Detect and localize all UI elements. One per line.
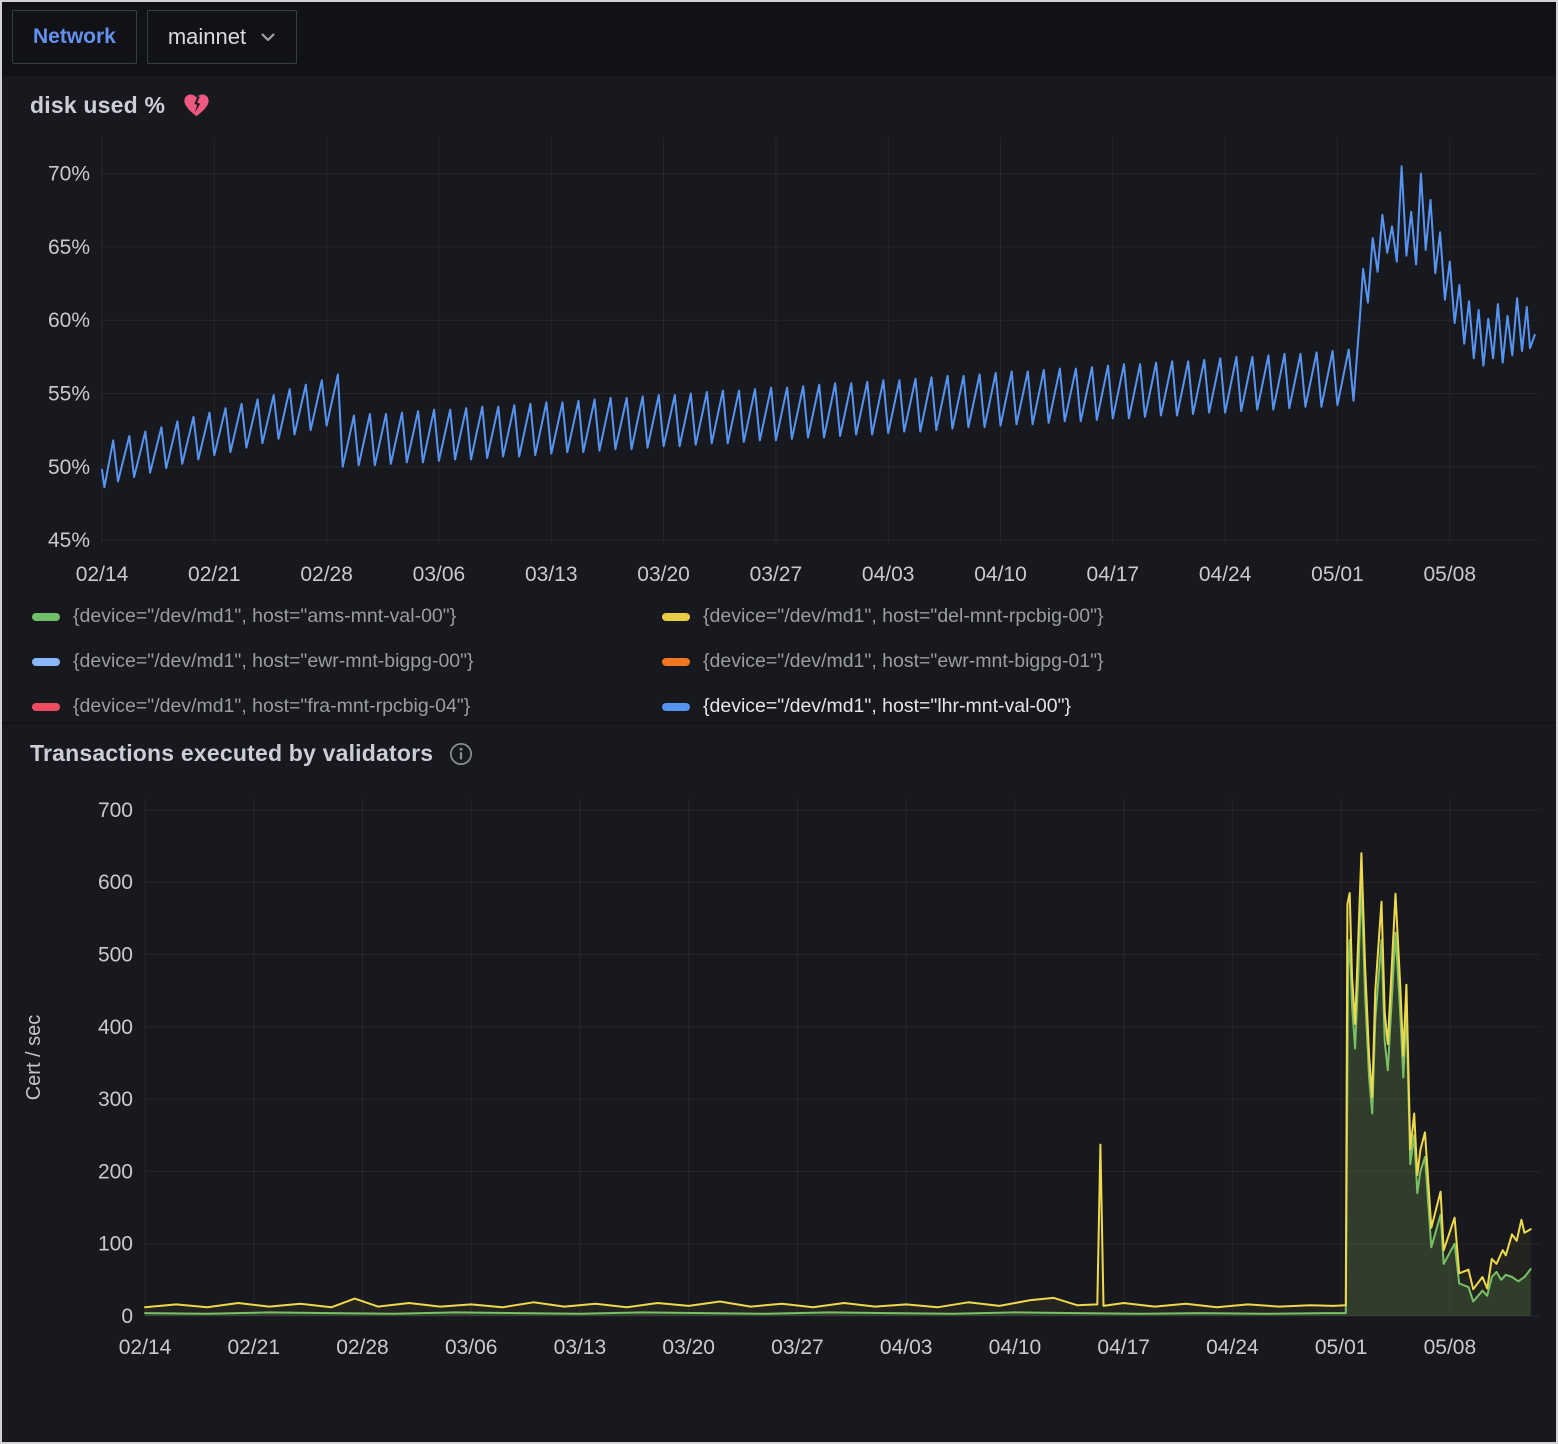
- x-tick-label: 05/01: [1311, 563, 1364, 586]
- x-tick-label: 02/14: [119, 1336, 172, 1359]
- y-tick-label: 500: [98, 943, 133, 966]
- panel-transactions: Transactions executed by validators 02/1…: [2, 724, 1556, 1442]
- dashboard-toolbar: Network mainnet: [2, 2, 1556, 72]
- legend-swatch-icon: [662, 658, 690, 666]
- x-tick-label: 04/10: [974, 563, 1027, 586]
- x-tick-label: 04/17: [1087, 563, 1140, 586]
- x-tick-label: 02/28: [336, 1336, 389, 1359]
- y-tick-label: 65%: [48, 236, 90, 259]
- dashboard-page: Network mainnet disk used % 02/1402/2102…: [0, 0, 1558, 1444]
- panel-disk-used: disk used % 02/14 02/21 02/28 03/06 03/13 03/…: [2, 76, 1556, 722]
- y-tick-label: 45%: [48, 529, 90, 552]
- x-tick-label: 05/01: [1315, 1336, 1368, 1359]
- x-tick-label: 04/10: [989, 1336, 1042, 1359]
- x-tick-label: 03/13: [554, 1336, 607, 1359]
- legend-swatch-icon: [662, 613, 690, 621]
- x-tick-label: 02/14: [76, 563, 129, 586]
- x-tick-label: 03/20: [662, 1336, 715, 1359]
- panel-transactions-title: Transactions executed by validators: [30, 740, 433, 767]
- x-tick-label: 03/06: [413, 563, 466, 586]
- x-tick-label: 04/03: [862, 563, 915, 586]
- panel-transactions-header: Transactions executed by validators: [2, 724, 1556, 771]
- y-tick-label: 55%: [48, 382, 90, 405]
- series-validators-green[interactable]: [145, 882, 1531, 1314]
- x-tick-label: 04/24: [1206, 1336, 1259, 1359]
- y-tick-label: 700: [98, 799, 133, 822]
- x-tick-label: 04/17: [1097, 1336, 1150, 1359]
- y-tick-label: 200: [98, 1160, 133, 1183]
- disk-used-chart: 02/14 02/21 02/28 03/06 03/13 03/20 03/27 04/03…: [10, 123, 1556, 601]
- legend-swatch-icon: [32, 703, 60, 711]
- y-axis-label: Cert / sec: [23, 1015, 45, 1101]
- x-tick-label: 02/21: [227, 1336, 280, 1359]
- x-tick-label: 03/27: [750, 563, 803, 586]
- y-tick-label: 50%: [48, 456, 90, 479]
- panel-disk-used-header: disk used %: [2, 76, 1556, 123]
- legend-swatch-icon: [32, 658, 60, 666]
- legend-item[interactable]: {device="/dev/md1", host="ams-mnt-val-00…: [32, 605, 644, 628]
- x-tick-label: 03/27: [771, 1336, 824, 1359]
- y-tick-label: 70%: [48, 163, 90, 186]
- network-variable-dropdown[interactable]: mainnet: [147, 10, 297, 64]
- panel-disk-used-title: disk used %: [30, 92, 165, 119]
- x-tick-label: 03/20: [637, 563, 690, 586]
- legend-label: {device="/dev/md1", host="del-mnt-rpcbig…: [703, 605, 1104, 628]
- x-tick-label: 04/24: [1199, 563, 1252, 586]
- legend-item[interactable]: {device="/dev/md1", host="fra-mnt-rpcbig…: [32, 695, 644, 718]
- legend-swatch-icon: [662, 703, 690, 711]
- heart-break-icon: [183, 93, 210, 118]
- legend: {device="/dev/md1", host="ams-mnt-val-00…: [32, 605, 1556, 718]
- series-fill-validators-yellow: [145, 853, 1531, 1316]
- y-tick-label: 400: [98, 1016, 133, 1039]
- series-lhr-mnt-val-00[interactable]: [102, 166, 1535, 487]
- network-label-text: Network: [33, 25, 116, 49]
- x-tick-label: 05/08: [1423, 563, 1476, 586]
- x-tick-label: 03/06: [445, 1336, 498, 1359]
- y-tick-label: 60%: [48, 309, 90, 332]
- x-tick-label: 05/08: [1424, 1336, 1477, 1359]
- x-tick-label: 02/21: [188, 563, 241, 586]
- series-validators-yellow[interactable]: [145, 853, 1531, 1307]
- chevron-down-icon: [260, 32, 276, 43]
- x-tick-label: 04/03: [880, 1336, 933, 1359]
- info-circle-icon[interactable]: [449, 742, 473, 766]
- x-tick-label: 03/13: [525, 563, 578, 586]
- legend-item[interactable]: {device="/dev/md1", host="del-mnt-rpcbig…: [662, 605, 1556, 628]
- network-value-text[interactable]: mainnet: [168, 24, 246, 50]
- network-variable-label: Network: [12, 10, 137, 64]
- x-tick-label: 02/28: [300, 563, 353, 586]
- legend-item[interactable]: {device="/dev/md1", host="lhr-mnt-val-00…: [662, 695, 1556, 718]
- y-tick-label: 600: [98, 871, 133, 894]
- legend-item[interactable]: {device="/dev/md1", host="ewr-mnt-bigpg-…: [662, 650, 1556, 673]
- legend-label: {device="/dev/md1", host="ewr-mnt-bigpg-…: [703, 650, 1104, 673]
- legend-swatch-icon: [32, 613, 60, 621]
- transactions-chart: 02/14 02/21 02/28 03/06 03/13 03/20 03/27 04/03…: [10, 771, 1556, 1371]
- y-tick-label: 300: [98, 1088, 133, 1111]
- legend-label: {device="/dev/md1", host="ams-mnt-val-00…: [73, 605, 456, 628]
- legend-item[interactable]: {device="/dev/md1", host="ewr-mnt-bigpg-…: [32, 650, 644, 673]
- y-tick-label: 0: [121, 1305, 133, 1328]
- y-tick-label: 100: [98, 1233, 133, 1256]
- legend-label: {device="/dev/md1", host="fra-mnt-rpcbig…: [73, 695, 470, 718]
- legend-label: {device="/dev/md1", host="ewr-mnt-bigpg-…: [73, 650, 474, 673]
- legend-label: {device="/dev/md1", host="lhr-mnt-val-00…: [703, 695, 1071, 718]
